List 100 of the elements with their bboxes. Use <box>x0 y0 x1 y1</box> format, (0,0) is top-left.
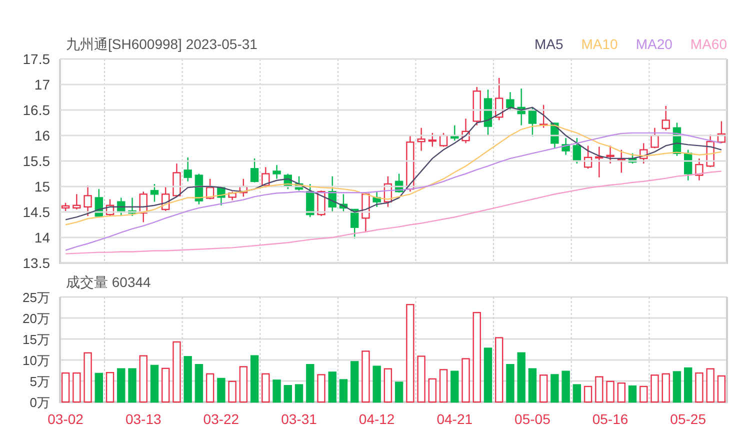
candlestick <box>217 186 226 206</box>
candlestick <box>384 176 392 207</box>
volume-bar <box>662 373 670 403</box>
volume-bar <box>562 370 570 403</box>
candlestick <box>61 202 70 211</box>
candlestick <box>250 158 259 182</box>
volume-bar <box>84 352 92 403</box>
legend-item: MA20 <box>636 36 672 53</box>
volume-bar <box>317 374 326 403</box>
candlestick <box>428 132 437 147</box>
volume-bar <box>61 372 70 403</box>
axis-label: 03-31 <box>281 411 317 427</box>
volume-bar <box>506 364 514 403</box>
candlestick <box>306 184 314 218</box>
candlestick <box>506 92 514 110</box>
volume-bar <box>484 348 492 403</box>
legend-item: MA10 <box>581 36 618 53</box>
axis-label: 14 <box>34 230 50 246</box>
axis-label: 04-12 <box>358 411 395 427</box>
volume-bar <box>139 355 148 403</box>
axis-label: 15 <box>34 178 50 194</box>
volume-bar <box>262 373 270 403</box>
candlestick <box>172 164 181 197</box>
candlestick <box>662 106 670 130</box>
candlestick <box>162 186 170 211</box>
candlestick <box>294 176 304 191</box>
chart-title: 九州通[SH600998] 2023-05-31 <box>66 36 258 53</box>
legend-item: MA60 <box>690 36 727 53</box>
candlestick <box>394 174 404 193</box>
candlestick <box>128 198 136 216</box>
candlestick <box>406 136 414 192</box>
volume-bar <box>94 372 103 403</box>
candlestick <box>606 146 614 164</box>
axis-label: 17 <box>34 76 50 92</box>
volume-bar <box>584 386 592 403</box>
candlestick <box>284 174 292 190</box>
candlestick <box>372 192 381 207</box>
candlestick <box>328 176 336 212</box>
axis-label: 03-02 <box>48 411 84 427</box>
axis-label: 05-05 <box>514 411 550 427</box>
candlestick <box>562 138 570 155</box>
candlestick <box>350 208 359 239</box>
volume-bar <box>372 366 381 403</box>
volume-bar <box>162 368 170 403</box>
volume-bar <box>650 374 659 403</box>
candlestick <box>206 178 214 200</box>
legend-item: MA5 <box>534 36 564 53</box>
candlestick <box>684 150 692 180</box>
volume-bar <box>339 379 348 403</box>
volume-bar <box>450 370 459 403</box>
volume-bar <box>194 364 204 403</box>
volume-bar <box>539 374 548 403</box>
candlestick <box>517 88 526 126</box>
candlestick <box>272 165 281 179</box>
volume-bar <box>517 352 526 403</box>
volume-bar <box>606 380 614 403</box>
candlestick <box>695 158 704 180</box>
volume-bar <box>439 369 448 403</box>
volume-bar <box>595 376 604 403</box>
candlestick <box>672 122 682 156</box>
volume-bar <box>284 385 292 403</box>
candlestick <box>572 138 582 164</box>
axis-label: 03-22 <box>203 411 240 427</box>
candlestick <box>717 121 726 144</box>
volume-bar <box>495 337 504 403</box>
volume-bar <box>428 378 437 403</box>
volume-bar <box>640 386 648 403</box>
axis-label: 15万 <box>22 332 50 347</box>
candlestick <box>106 199 114 216</box>
volume-bar <box>306 364 314 403</box>
candlestick <box>462 118 470 144</box>
volume-bar <box>184 356 192 403</box>
candlestick <box>595 146 604 178</box>
volume-bar <box>328 372 336 403</box>
axis-label: 05-25 <box>670 411 706 427</box>
candlestick <box>472 87 481 126</box>
candlestick <box>262 167 270 188</box>
axis-label: 04-21 <box>436 411 473 427</box>
volume-bar <box>239 366 248 403</box>
volume-bar <box>528 368 537 403</box>
axis-label: 20万 <box>22 311 50 326</box>
candlestick <box>484 90 492 136</box>
candlestick <box>650 128 659 148</box>
volume-bar <box>172 341 181 403</box>
candlestick <box>539 104 548 128</box>
axis-label: 0万 <box>30 395 50 410</box>
volume-bar <box>272 380 281 403</box>
candlestick <box>417 128 426 151</box>
volume-bar <box>394 382 404 403</box>
candlestick <box>228 192 236 200</box>
volume-bar <box>128 368 136 403</box>
volume-label: 成交量 60344 <box>66 274 151 290</box>
volume-bar <box>250 355 259 403</box>
axis-label: 5万 <box>30 374 50 389</box>
candlestick <box>72 194 81 210</box>
volume-bar <box>217 378 226 403</box>
axis-label: 03-13 <box>125 411 162 427</box>
volume-bar <box>362 350 370 403</box>
candlestick <box>362 192 370 232</box>
axis-label: 17.5 <box>22 53 50 67</box>
